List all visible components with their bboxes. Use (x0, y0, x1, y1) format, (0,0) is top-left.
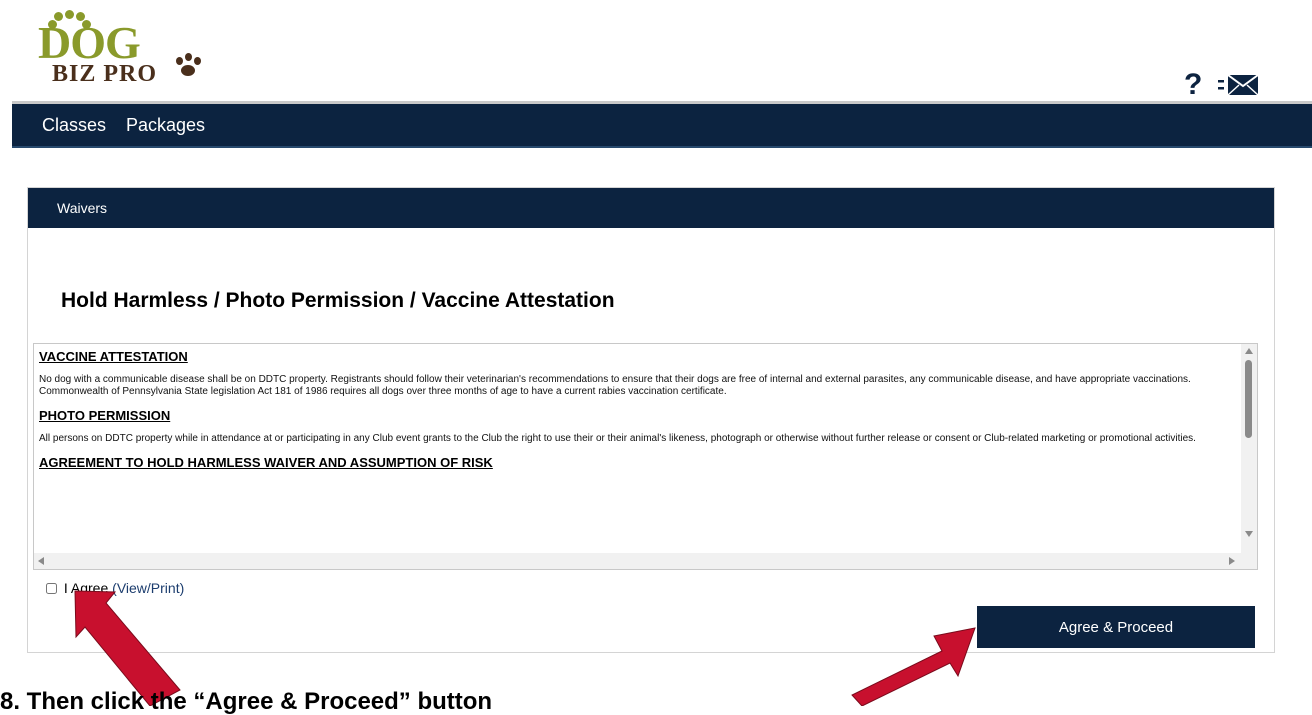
scroll-down-icon[interactable] (1245, 531, 1253, 537)
vertical-scrollbar[interactable] (1241, 344, 1257, 553)
logo-dog-text: DOG (38, 17, 141, 68)
scroll-up-icon[interactable] (1245, 348, 1253, 354)
scroll-right-icon[interactable] (1229, 557, 1235, 565)
section-heading-vaccine: VACCINE ATTESTATION (39, 349, 188, 364)
waiver-text-content: VACCINE ATTESTATION No dog with a commun… (39, 349, 1235, 471)
section-body-vaccine: No dog with a communicable disease shall… (39, 374, 1191, 397)
dog-biz-pro-logo[interactable]: DOG BIZ PRO (38, 10, 201, 94)
scroll-left-icon[interactable] (38, 557, 44, 565)
agree-checkbox[interactable] (46, 583, 57, 594)
waiver-title: Hold Harmless / Photo Permission / Vacci… (61, 289, 615, 312)
section-heading-photo: PHOTO PERMISSION (39, 408, 171, 423)
view-print-link[interactable]: (View/Print) (112, 580, 184, 596)
step-caption: 8. Then click the “Agree & Proceed” butt… (0, 688, 493, 715)
logo-bizpro-text: BIZ PRO (52, 61, 158, 87)
waivers-panel: Waivers Hold Harmless / Photo Permission… (27, 187, 1275, 653)
agree-label[interactable]: I Agree (64, 580, 108, 596)
agree-row: I Agree (View/Print) (46, 580, 184, 596)
waiver-text-box[interactable]: VACCINE ATTESTATION No dog with a commun… (33, 343, 1258, 570)
horizontal-scrollbar[interactable] (34, 553, 1257, 569)
main-navbar: Classes Packages (12, 104, 1312, 148)
mail-icon[interactable] (1218, 74, 1260, 96)
nav-item-classes[interactable]: Classes (42, 116, 106, 134)
agree-proceed-button[interactable]: Agree & Proceed (977, 606, 1255, 648)
section-heading-hold-harmless: AGREEMENT TO HOLD HARMLESS WAIVER AND AS… (39, 455, 493, 470)
section-body-photo: All persons on DDTC property while in at… (39, 433, 1196, 444)
panel-header: Waivers (28, 188, 1274, 228)
help-icon[interactable]: ? (1184, 70, 1202, 100)
panel-header-title: Waivers (57, 200, 108, 216)
scroll-thumb[interactable] (1245, 360, 1252, 438)
nav-item-packages[interactable]: Packages (126, 116, 205, 134)
